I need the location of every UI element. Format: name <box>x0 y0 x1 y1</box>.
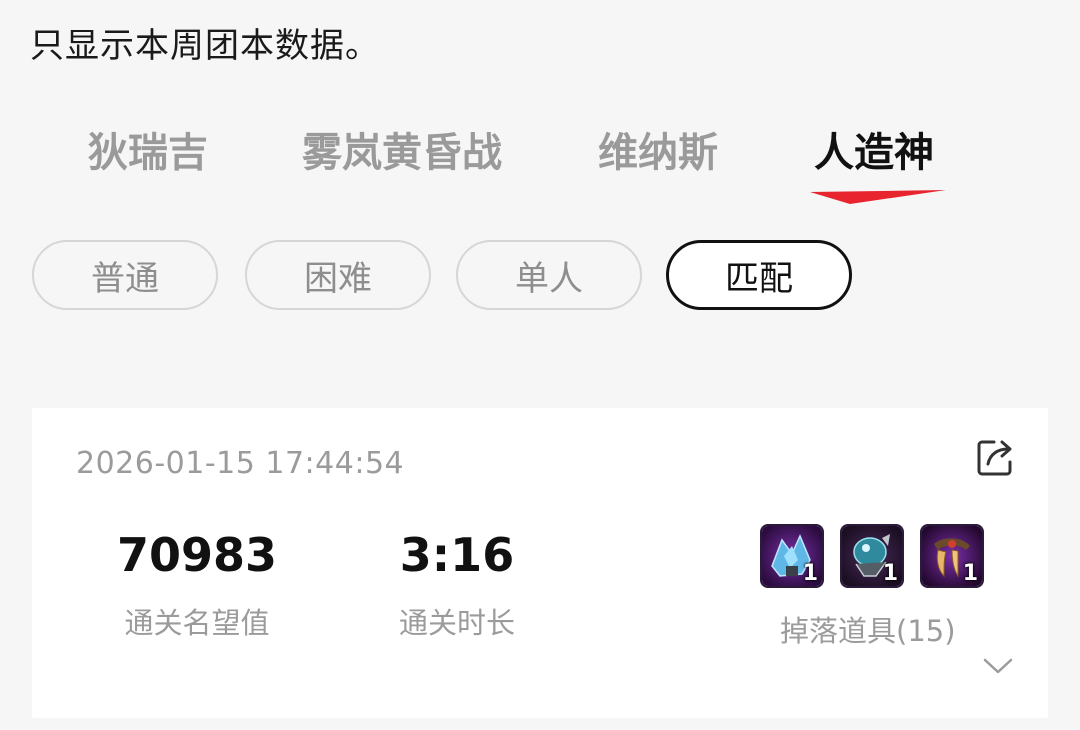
chip-label: 单人 <box>515 258 583 299</box>
chip-label: 普通 <box>91 258 159 299</box>
chip-hard[interactable]: 困难 <box>245 240 431 310</box>
raid-record-card: 2026-01-15 17:44:54 70983 通关名望值 3:16 通关时… <box>32 408 1048 718</box>
drop-item-count: 1 <box>802 561 818 586</box>
tab-venus[interactable]: 维纳斯 <box>598 120 718 178</box>
clear-score-stat: 70983 通关名望值 <box>102 528 292 642</box>
chip-label: 困难 <box>304 258 372 299</box>
drop-item[interactable]: 1 <box>760 524 824 588</box>
drop-item-count: 1 <box>962 561 978 586</box>
tab-mist-dusk[interactable]: 雾岚黄昏战 <box>302 120 502 178</box>
chip-matchmaking[interactable]: 匹配 <box>666 240 852 310</box>
chip-normal[interactable]: 普通 <box>32 240 218 310</box>
chip-label: 匹配 <box>725 258 793 299</box>
drop-item[interactable]: 1 <box>920 524 984 588</box>
chip-solo[interactable]: 单人 <box>456 240 642 310</box>
clear-duration-stat: 3:16 通关时长 <box>372 528 542 642</box>
tab-dirregi[interactable]: 狄瑞吉 <box>88 120 208 178</box>
clear-duration-label: 通关时长 <box>398 606 515 640</box>
active-tab-indicator <box>810 190 946 204</box>
drop-item-count: 1 <box>882 561 898 586</box>
chevron-down-icon[interactable] <box>982 654 1014 678</box>
drop-items-label: 掉落道具(15) <box>780 614 956 648</box>
difficulty-chips: 普通 困难 单人 匹配 <box>0 240 1080 314</box>
share-icon[interactable] <box>974 434 1018 478</box>
clear-score-label: 通关名望值 <box>124 606 270 640</box>
drop-items: 1 1 1 <box>760 524 992 590</box>
tab-artificial-god[interactable]: 人造神 <box>814 120 934 178</box>
drop-item[interactable]: 1 <box>840 524 904 588</box>
clear-duration-value: 3:16 <box>399 528 515 582</box>
clear-score-value: 70983 <box>116 528 278 582</box>
notice-text: 只显示本周团本数据。 <box>30 26 380 66</box>
record-timestamp: 2026-01-15 17:44:54 <box>76 446 405 481</box>
